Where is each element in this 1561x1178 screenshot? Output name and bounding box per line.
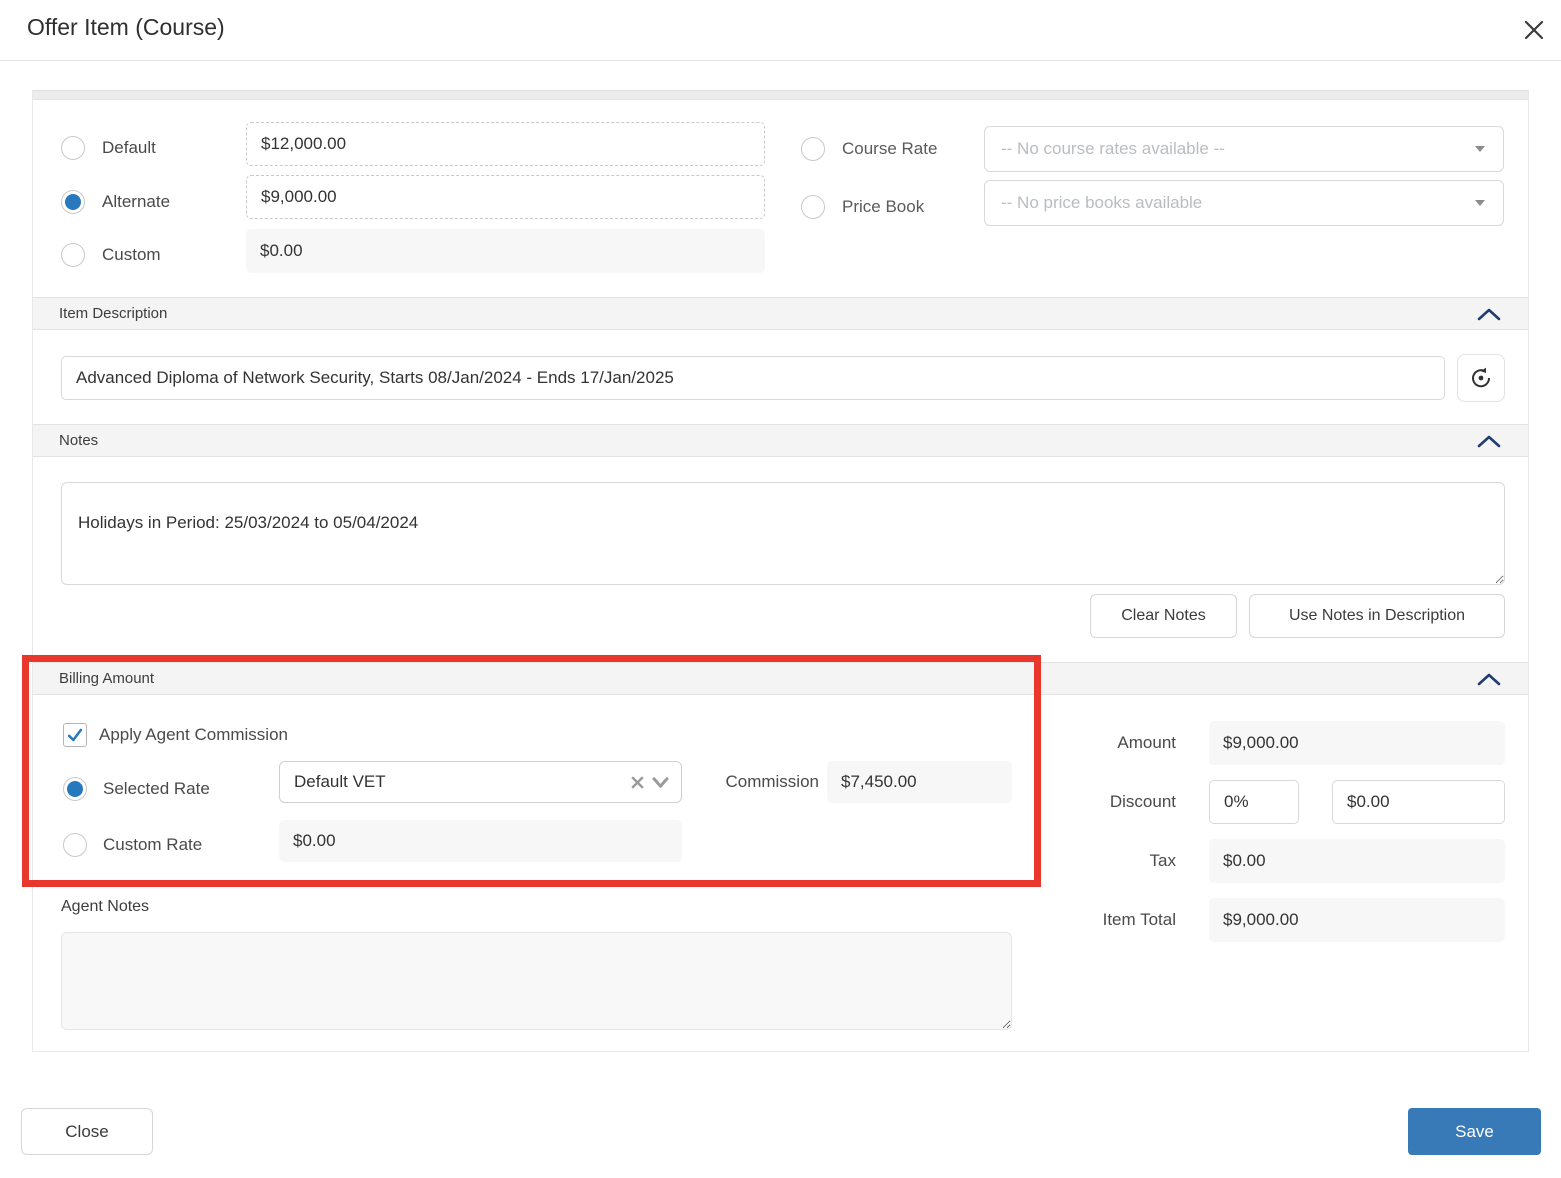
item-description-input[interactable] [61,356,1445,400]
tax-field: $0.00 [1209,839,1505,883]
radio-alternate-label: Alternate [102,192,171,211]
course-rate-placeholder: -- No course rates available -- [1001,139,1225,158]
page-title: Offer Item (Course) [27,14,225,40]
item-total-field: $9,000.00 [1209,898,1505,942]
clear-notes-button[interactable]: Clear Notes [1090,594,1237,638]
custom-rate-input: $0.00 [246,229,765,273]
radio-course-rate[interactable] [801,137,825,161]
restore-icon [1469,366,1493,390]
item-description-title: Item Description [59,305,168,322]
price-book-placeholder: -- No price books available [1001,193,1203,212]
discount-amount-input[interactable] [1332,780,1505,824]
use-notes-in-description-button[interactable]: Use Notes in Description [1249,594,1505,638]
discount-label: Discount [1109,792,1176,811]
agent-notes-textarea[interactable] [61,932,1012,1030]
clear-selection-icon[interactable] [631,776,644,789]
collapse-notes-icon[interactable] [1476,433,1502,449]
collapse-billing-icon[interactable] [1476,671,1502,687]
apply-agent-commission-label: Apply Agent Commission [99,725,288,744]
collapse-item-description-icon[interactable] [1476,306,1502,322]
commission-field: $7,450.00 [827,761,1012,803]
radio-custom-rate[interactable] [63,833,87,857]
radio-alternate-rate[interactable] [61,190,85,214]
offer-item-panel: Default Alternate Custom $0.00 Course Ra… [32,90,1529,1052]
save-button[interactable]: Save [1408,1108,1541,1155]
radio-default-label: Default [102,138,156,157]
course-rate-label: Course Rate [842,139,938,158]
amount-label: Amount [1117,733,1176,752]
course-rate-dropdown[interactable]: -- No course rates available -- [984,126,1504,172]
discount-percent-input[interactable] [1209,780,1299,824]
radio-price-book[interactable] [801,195,825,219]
apply-agent-commission-checkbox[interactable] [63,723,87,747]
selected-rate-dropdown[interactable]: Default VET [279,761,682,803]
chevron-down-icon[interactable] [652,776,669,789]
radio-selected-rate[interactable] [63,777,87,801]
chevron-down-icon [1475,200,1485,206]
notes-header: Notes [33,424,1528,457]
billing-amount-title: Billing Amount [59,670,155,687]
close-button[interactable]: Close [21,1108,153,1155]
alternate-rate-input[interactable] [246,175,765,219]
custom-rate-label: Custom Rate [103,835,203,854]
radio-custom-rate-top[interactable] [61,243,85,267]
tax-label: Tax [1149,851,1176,870]
check-icon [65,725,85,745]
chevron-down-icon [1475,146,1485,152]
item-description-header: Item Description [33,297,1528,330]
default-rate-input[interactable] [246,122,765,166]
amount-value: $9,000.00 [1223,733,1299,752]
custom-rate-value: $0.00 [260,241,303,260]
commission-value: $7,450.00 [841,772,917,791]
close-icon[interactable] [1516,12,1552,48]
selected-rate-value: Default VET [294,772,386,791]
commission-label: Commission [725,772,819,791]
agent-notes-label: Agent Notes [61,898,150,915]
notes-textarea[interactable]: Holidays in Period: 25/03/2024 to 05/04/… [61,482,1505,585]
billing-amount-header: Billing Amount [33,662,1528,695]
radio-custom-label: Custom [102,245,161,264]
radio-default-rate[interactable] [61,136,85,160]
custom-commission-field: $0.00 [279,820,682,862]
price-book-dropdown[interactable]: -- No price books available [984,180,1504,226]
price-book-label: Price Book [842,197,925,216]
tax-value: $0.00 [1223,851,1266,870]
collapsed-section-strip [33,90,1528,100]
notes-title: Notes [59,432,99,449]
header-divider [0,60,1561,61]
selected-rate-label: Selected Rate [103,779,210,798]
amount-field: $9,000.00 [1209,721,1505,765]
reset-description-button[interactable] [1457,354,1505,402]
item-total-label: Item Total [1102,910,1176,929]
custom-commission-value: $0.00 [293,831,336,850]
item-total-value: $9,000.00 [1223,910,1299,929]
